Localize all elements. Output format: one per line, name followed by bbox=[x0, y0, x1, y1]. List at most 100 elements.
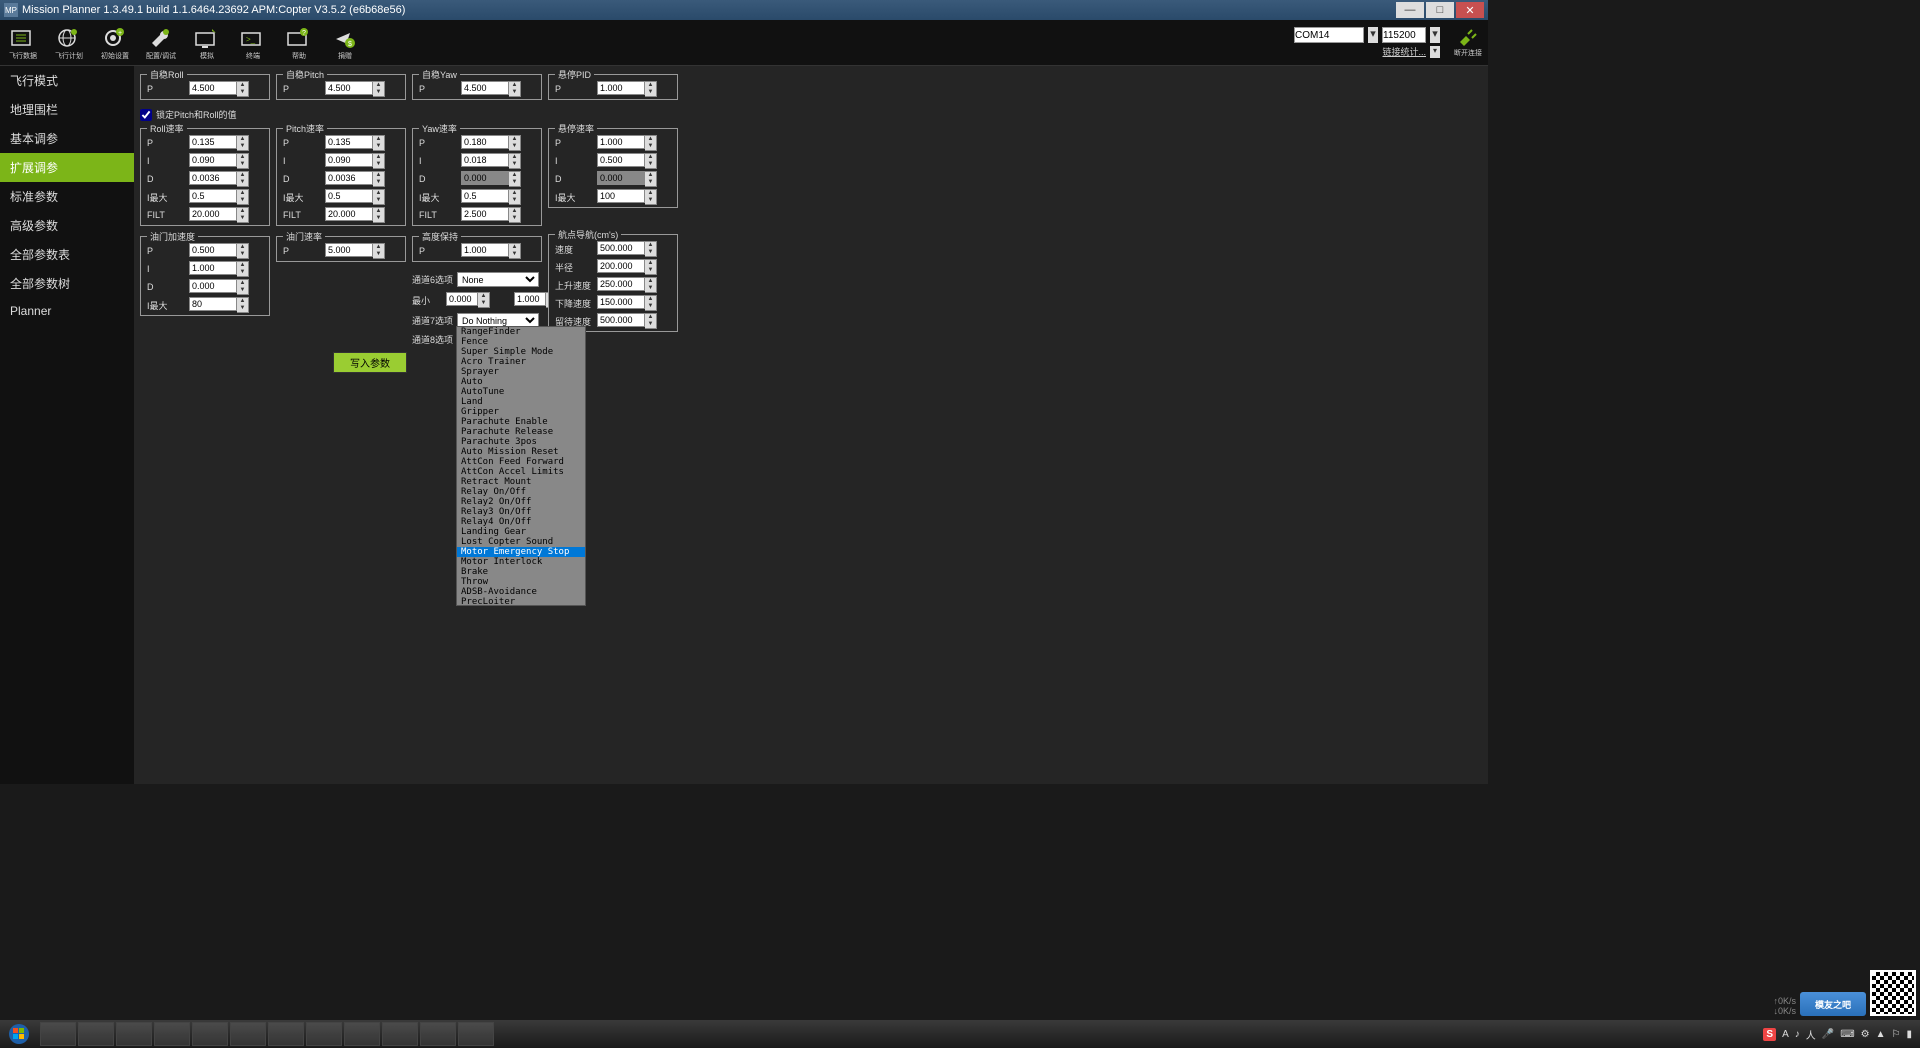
dropdown-option[interactable]: Retract Mount bbox=[457, 477, 585, 487]
ch6-max-input[interactable] bbox=[514, 292, 546, 306]
dropdown-option[interactable]: AttCon Accel Limits bbox=[457, 467, 585, 477]
stab-pitch-p-input[interactable] bbox=[325, 81, 373, 95]
taskbar-task[interactable] bbox=[268, 1022, 304, 1046]
rate-yaw-i-input[interactable] bbox=[461, 153, 509, 167]
tray-icon[interactable]: A bbox=[1782, 1029, 1789, 1040]
dropdown-option[interactable]: ADSB-Avoidance bbox=[457, 587, 585, 597]
rate-pitch-p-input[interactable] bbox=[325, 135, 373, 149]
tray-icon[interactable]: 🎤 bbox=[1822, 1029, 1834, 1040]
dropdown-option[interactable]: RangeFinder bbox=[457, 327, 585, 337]
loiter-rate-imax-input[interactable] bbox=[597, 189, 645, 203]
flight-plan-button[interactable]: 飞行计划 bbox=[46, 20, 92, 65]
ime-indicator[interactable]: S bbox=[1763, 1028, 1776, 1041]
dropdown-option[interactable]: AutoTune bbox=[457, 387, 585, 397]
rate-roll-i-input[interactable] bbox=[189, 153, 237, 167]
tray-flag-icon[interactable]: ⚐ bbox=[1892, 1029, 1901, 1040]
terminal-button[interactable]: >_ 终端 bbox=[230, 20, 276, 65]
taskbar-task[interactable] bbox=[116, 1022, 152, 1046]
dropdown-option[interactable]: Gripper bbox=[457, 407, 585, 417]
spinner-down[interactable]: ▼ bbox=[237, 89, 248, 96]
rate-roll-imax-input[interactable] bbox=[189, 189, 237, 203]
taskbar-task[interactable] bbox=[78, 1022, 114, 1046]
baud-dropdown-arrow[interactable]: ▾ bbox=[1430, 27, 1440, 43]
help-button[interactable]: ? 帮助 bbox=[276, 20, 322, 65]
rate-pitch-imax-input[interactable] bbox=[325, 189, 373, 203]
stab-yaw-p-input[interactable] bbox=[461, 81, 509, 95]
wpnav-loiter-speed-input[interactable] bbox=[597, 313, 645, 327]
tray-battery-icon[interactable]: ▮ bbox=[1906, 1029, 1912, 1040]
rate-yaw-imax-input[interactable] bbox=[461, 189, 509, 203]
dropdown-option[interactable]: Motor Interlock bbox=[457, 557, 585, 567]
dropdown-option[interactable]: Landing Gear bbox=[457, 527, 585, 537]
wpnav-speed-dn-input[interactable] bbox=[597, 295, 645, 309]
dropdown-option[interactable]: Parachute Enable bbox=[457, 417, 585, 427]
disconnect-button[interactable]: 断开连接 bbox=[1448, 20, 1488, 65]
wpnav-speed-up-input[interactable] bbox=[597, 277, 645, 291]
loiter-pid-p-input[interactable] bbox=[597, 81, 645, 95]
dropdown-option[interactable]: Acro Trainer bbox=[457, 357, 585, 367]
rate-roll-p-input[interactable] bbox=[189, 135, 237, 149]
dropdown-option[interactable]: Parachute Release bbox=[457, 427, 585, 437]
donate-button[interactable]: $ 捐赠 bbox=[322, 20, 368, 65]
wpnav-radius-input[interactable] bbox=[597, 259, 645, 273]
taskbar-task[interactable] bbox=[230, 1022, 266, 1046]
taskbar-task[interactable] bbox=[420, 1022, 456, 1046]
loiter-rate-p-input[interactable] bbox=[597, 135, 645, 149]
loiter-rate-i-input[interactable] bbox=[597, 153, 645, 167]
dropdown-option[interactable]: PrecLoiter bbox=[457, 597, 585, 606]
taskbar-task[interactable] bbox=[192, 1022, 228, 1046]
com-port-select[interactable] bbox=[1294, 27, 1364, 43]
dropdown-option[interactable]: Relay3 On/Off bbox=[457, 507, 585, 517]
tray-icon[interactable]: 人 bbox=[1806, 1027, 1816, 1042]
ch7-dropdown-list[interactable]: RangeFinderFenceSuper Simple ModeAcro Tr… bbox=[456, 326, 586, 606]
ch6-select[interactable]: None bbox=[457, 272, 539, 287]
dropdown-option[interactable]: Relay2 On/Off bbox=[457, 497, 585, 507]
dropdown-option[interactable]: Land bbox=[457, 397, 585, 407]
rate-roll-d-input[interactable] bbox=[189, 171, 237, 185]
taskbar-task[interactable] bbox=[306, 1022, 342, 1046]
sidebar-item-flight-modes[interactable]: 飞行模式 bbox=[0, 66, 134, 95]
start-button[interactable] bbox=[0, 1020, 38, 1048]
rate-yaw-filt-input[interactable] bbox=[461, 207, 509, 221]
dropdown-option[interactable]: Relay On/Off bbox=[457, 487, 585, 497]
taskbar-task[interactable] bbox=[458, 1022, 494, 1046]
taskbar-task[interactable] bbox=[154, 1022, 190, 1046]
dropdown-option[interactable]: Auto Mission Reset bbox=[457, 447, 585, 457]
dropdown-option[interactable]: Sprayer bbox=[457, 367, 585, 377]
taskbar-task[interactable] bbox=[40, 1022, 76, 1046]
flight-data-button[interactable]: 飞行数据 bbox=[0, 20, 46, 65]
thr-rate-p-input[interactable] bbox=[325, 243, 373, 257]
sidebar-item-full-param-tree[interactable]: 全部参数树 bbox=[0, 269, 134, 298]
dropdown-option[interactable]: Relay4 On/Off bbox=[457, 517, 585, 527]
dropdown-option[interactable]: AttCon Feed Forward bbox=[457, 457, 585, 467]
dropdown-option[interactable]: Brake bbox=[457, 567, 585, 577]
ch6-min-input[interactable] bbox=[446, 292, 478, 306]
sidebar-item-full-param-list[interactable]: 全部参数表 bbox=[0, 240, 134, 269]
simulation-button[interactable]: 模拟 bbox=[184, 20, 230, 65]
close-button[interactable]: ✕ bbox=[1456, 2, 1484, 18]
rate-pitch-d-input[interactable] bbox=[325, 171, 373, 185]
lock-pitch-roll-checkbox[interactable] bbox=[140, 109, 152, 121]
wpnav-speed-input[interactable] bbox=[597, 241, 645, 255]
alt-hold-p-input[interactable] bbox=[461, 243, 509, 257]
thr-accel-d-input[interactable] bbox=[189, 279, 237, 293]
dropdown-option[interactable]: Lost Copter Sound bbox=[457, 537, 585, 547]
taskbar-task[interactable] bbox=[382, 1022, 418, 1046]
spinner-up[interactable]: ▲ bbox=[237, 82, 248, 89]
stats-dropdown-arrow[interactable]: ▾ bbox=[1430, 46, 1440, 58]
sidebar-item-planner[interactable]: Planner bbox=[0, 298, 134, 324]
tray-expand-icon[interactable]: ▲ bbox=[1876, 1029, 1886, 1040]
dropdown-option[interactable]: Fence bbox=[457, 337, 585, 347]
dropdown-option[interactable]: Throw bbox=[457, 577, 585, 587]
initial-setup-button[interactable]: + 初始设置 bbox=[92, 20, 138, 65]
thr-accel-i-input[interactable] bbox=[189, 261, 237, 275]
rate-yaw-p-input[interactable] bbox=[461, 135, 509, 149]
rate-pitch-filt-input[interactable] bbox=[325, 207, 373, 221]
sidebar-item-standard-params[interactable]: 标准参数 bbox=[0, 182, 134, 211]
dropdown-option[interactable]: Super Simple Mode bbox=[457, 347, 585, 357]
rate-roll-filt-input[interactable] bbox=[189, 207, 237, 221]
dropdown-option[interactable]: Motor Emergency Stop bbox=[457, 547, 585, 557]
tray-icon[interactable]: ⚙ bbox=[1861, 1029, 1870, 1040]
minimize-button[interactable]: — bbox=[1396, 2, 1424, 18]
write-params-button[interactable]: 写入参数 bbox=[333, 352, 407, 373]
